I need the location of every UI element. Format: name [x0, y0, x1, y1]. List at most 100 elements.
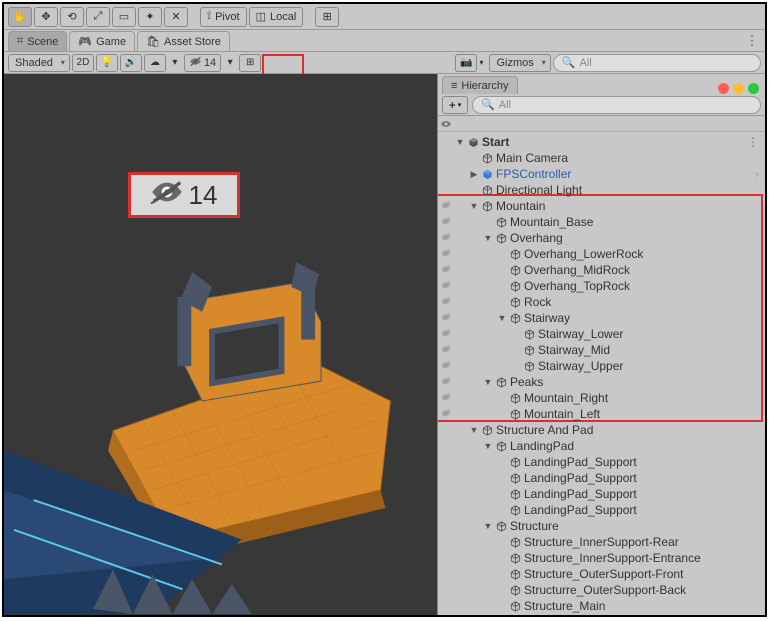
tab-menu[interactable]: ⋮	[743, 33, 761, 51]
tab-scene[interactable]: ⌗Scene	[8, 31, 67, 51]
create-button[interactable]: +	[442, 96, 468, 114]
expand-arrow[interactable]: ▼	[468, 201, 480, 211]
tree-row[interactable]: Directional Light	[438, 182, 765, 198]
tab-game[interactable]: 🎮Game	[69, 31, 135, 51]
custom-tool[interactable]: ✕	[164, 7, 188, 27]
move-tool[interactable]: ✥	[34, 7, 58, 27]
camera-button[interactable]: 📷	[455, 54, 477, 72]
tree-row[interactable]: Cube	[438, 614, 765, 615]
search-icon: 🔍	[562, 56, 576, 69]
hierarchy-search[interactable]: 🔍All	[472, 96, 761, 114]
tree-row[interactable]: Stairway_Lower	[438, 326, 765, 342]
tree-row[interactable]: LandingPad_Support	[438, 486, 765, 502]
visibility-toggle[interactable]	[438, 295, 454, 310]
hidden-count-callout: 14	[128, 172, 240, 218]
tree-row[interactable]: Structure_Main	[438, 598, 765, 614]
tree-row[interactable]: Stairway_Mid	[438, 342, 765, 358]
visibility-toggle[interactable]	[438, 343, 454, 358]
tree-row[interactable]: Overhang_LowerRock	[438, 246, 765, 262]
audio-toggle[interactable]: 🔊	[120, 54, 142, 72]
tree-row[interactable]: Structure_OuterSupport-Front	[438, 566, 765, 582]
tree-row[interactable]: LandingPad_Support	[438, 454, 765, 470]
shading-dropdown[interactable]: Shaded	[8, 54, 70, 72]
tree-row[interactable]: Structure_InnerSupport-Entrance	[438, 550, 765, 566]
scene-menu[interactable]: ⋮	[747, 135, 759, 149]
close-dot[interactable]	[718, 83, 729, 94]
tree-row[interactable]: ▼Mountain	[438, 198, 765, 214]
tree-row[interactable]: Structurre_OuterSupport-Back	[438, 582, 765, 598]
visibility-toggle[interactable]	[438, 327, 454, 342]
cube-icon	[508, 585, 522, 596]
hierarchy-tab[interactable]: ≡Hierarchy	[442, 76, 518, 94]
tree-row[interactable]: Stairway_Upper	[438, 358, 765, 374]
pivot-toggle[interactable]: ⟟ Pivot	[200, 7, 247, 27]
gizmos-dropdown[interactable]: Gizmos	[489, 54, 550, 72]
maximize-dot[interactable]	[748, 83, 759, 94]
fx-toggle[interactable]: ☁	[144, 54, 166, 72]
lighting-toggle[interactable]: 💡	[96, 54, 118, 72]
rect-tool[interactable]: ▭	[112, 7, 136, 27]
tree-row[interactable]: ▶FPSController›	[438, 166, 765, 182]
local-toggle[interactable]: ◫ Local	[249, 7, 304, 27]
tree-row[interactable]: ▼Structure	[438, 518, 765, 534]
expand-arrow[interactable]: ▼	[482, 521, 494, 531]
visibility-toggle[interactable]	[438, 407, 454, 422]
visibility-toggle[interactable]	[438, 231, 454, 246]
visibility-toggle[interactable]	[438, 391, 454, 406]
transform-tool[interactable]: ✦	[138, 7, 162, 27]
hidden-objects-count[interactable]: 14	[184, 54, 221, 72]
expand-arrow[interactable]: ▼	[482, 441, 494, 451]
visibility-toggle[interactable]	[438, 215, 454, 230]
visibility-toggle[interactable]	[438, 359, 454, 374]
hierarchy-tree[interactable]: ▼Start⋮Main Camera▶FPSController›Directi…	[438, 132, 765, 615]
scene-3d-content	[4, 74, 437, 614]
row-label: Stairway	[522, 311, 570, 325]
tab-asset-store[interactable]: 🛍Asset Store	[137, 31, 230, 51]
tree-row[interactable]: LandingPad_Support	[438, 470, 765, 486]
tree-row[interactable]: Mountain_Base	[438, 214, 765, 230]
visibility-toggle[interactable]	[438, 375, 454, 390]
tree-row[interactable]: Structure_InnerSupport-Rear	[438, 534, 765, 550]
expand-arrow[interactable]: ▼	[496, 313, 508, 323]
row-label: Structure_OuterSupport-Front	[522, 567, 683, 581]
tree-row[interactable]: Overhang_TopRock	[438, 278, 765, 294]
scene-search[interactable]: 🔍All	[553, 54, 761, 72]
grid-toggle[interactable]: ⊞	[239, 54, 261, 72]
expand-arrow[interactable]: ▼	[468, 425, 480, 435]
visibility-toggle[interactable]	[438, 279, 454, 294]
tree-row[interactable]: Mountain_Right	[438, 390, 765, 406]
visibility-toggle[interactable]	[438, 311, 454, 326]
tree-row[interactable]: ▼ Stairway	[438, 310, 765, 326]
tree-row[interactable]: Mountain_Left	[438, 406, 765, 422]
tree-row[interactable]: LandingPad_Support	[438, 502, 765, 518]
mode-2d-toggle[interactable]: 2D	[72, 54, 94, 72]
tree-row[interactable]: ▼Overhang	[438, 230, 765, 246]
expand-arrow[interactable]: ▼	[482, 377, 494, 387]
hierarchy-panel: ≡Hierarchy + 🔍All ▼Start⋮Main Camera▶FPS…	[437, 74, 765, 615]
tree-row[interactable]: ▼Peaks	[438, 374, 765, 390]
expand-arrow[interactable]: ▼	[454, 137, 466, 147]
visibility-toggle[interactable]	[438, 263, 454, 278]
transform-toolbar: ✋ ✥ ⟲ ⤢ ▭ ✦ ✕ ⟟ Pivot ◫ Local ⊞	[4, 4, 765, 30]
visibility-toggle[interactable]	[438, 199, 454, 214]
tree-row[interactable]: ▼Start⋮	[438, 134, 765, 150]
cube-icon	[522, 329, 536, 340]
visibility-toggle[interactable]	[438, 247, 454, 262]
expand-arrow[interactable]: ▼	[482, 233, 494, 243]
row-label: Main Camera	[494, 151, 568, 165]
tree-row[interactable]: Rock	[438, 294, 765, 310]
scale-tool[interactable]: ⤢	[86, 7, 110, 27]
grid-dropdown-arrow[interactable]: ▾	[223, 54, 237, 72]
snap-toggle[interactable]: ⊞	[315, 7, 339, 27]
rotate-tool[interactable]: ⟲	[60, 7, 84, 27]
hand-tool[interactable]: ✋	[8, 7, 32, 27]
tree-row[interactable]: Overhang_MidRock	[438, 262, 765, 278]
tree-row[interactable]: ▼Structure And Pad	[438, 422, 765, 438]
tree-row[interactable]: ▼LandingPad	[438, 438, 765, 454]
expand-arrow[interactable]: ▶	[468, 169, 480, 180]
prefab-open-icon[interactable]: ›	[756, 169, 759, 180]
scene-viewport[interactable]: 14	[4, 74, 437, 615]
tree-row[interactable]: Main Camera	[438, 150, 765, 166]
minimize-dot[interactable]	[733, 83, 744, 94]
fx-dropdown[interactable]: ▾	[168, 54, 182, 72]
